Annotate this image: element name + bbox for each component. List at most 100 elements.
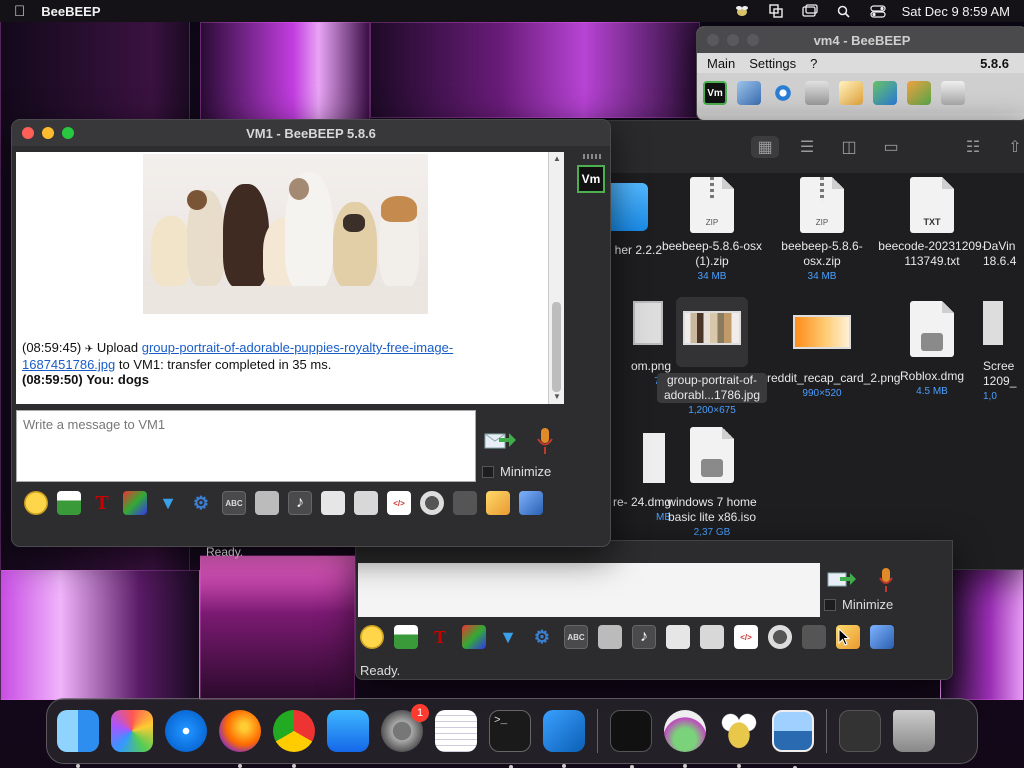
menu-bar-clock[interactable]: Sat Dec 9 8:59 AM: [902, 4, 1010, 19]
screenshot-icon[interactable]: [420, 491, 444, 515]
spotlight-search-icon[interactable]: [836, 4, 852, 18]
file-item[interactable]: reddit_recap_card_2.png 990×520: [767, 297, 900, 399]
activity-monitor-dock-icon[interactable]: [610, 710, 652, 768]
scroll-down-icon[interactable]: ▼: [553, 392, 561, 401]
group-by-icon[interactable]: ☷: [959, 136, 987, 158]
clear-icon[interactable]: [802, 625, 826, 649]
screen-mirroring-icon[interactable]: [768, 4, 784, 18]
file-item[interactable]: Roblox.dmg 4.5 MB: [877, 301, 987, 397]
vm1-titlebar[interactable]: VM1 - BeeBEEP 5.8.6: [12, 120, 610, 146]
minimize-toggle[interactable]: Minimize: [482, 464, 551, 479]
save-icon[interactable]: [870, 625, 894, 649]
send-folder-icon[interactable]: [700, 625, 724, 649]
dictionary-icon[interactable]: [255, 491, 279, 515]
panel-grip-icon[interactable]: [583, 154, 603, 159]
font-icon[interactable]: T: [90, 491, 114, 515]
safari-dock-icon[interactable]: [165, 710, 207, 752]
settings-gear-icon[interactable]: ⚙: [189, 491, 213, 515]
system-settings-dock-icon[interactable]: 1: [381, 704, 429, 752]
emoticon-icon[interactable]: [360, 625, 384, 649]
color-icon[interactable]: [123, 491, 147, 515]
file-item[interactable]: Scree 1209_ 1,0: [983, 301, 1024, 402]
menu-main[interactable]: Main: [707, 56, 735, 71]
beebeep-status-icon[interactable]: [734, 4, 750, 18]
list-view-icon[interactable]: ☰: [793, 136, 821, 158]
beebeep-dock-icon[interactable]: [718, 710, 760, 768]
microphone-icon[interactable]: [878, 567, 894, 593]
chat-scrollbar[interactable]: ▲ ▼: [548, 152, 564, 404]
file-item[interactable]: ZIP beebeep-5.8.6-osx (1).zip 34 MB: [657, 177, 767, 282]
apple-menu-icon[interactable]: : [14, 3, 25, 20]
zoom-button[interactable]: [62, 127, 74, 139]
preview-dock-icon[interactable]: [772, 710, 814, 768]
minimize-button[interactable]: [42, 127, 54, 139]
gallery-view-icon[interactable]: ▭: [877, 136, 905, 158]
send-file-icon[interactable]: [666, 625, 690, 649]
filter-icon[interactable]: ▼: [496, 625, 520, 649]
spellcheck-icon[interactable]: ABC: [564, 625, 588, 649]
send-icon[interactable]: [826, 569, 856, 589]
inbox-icon[interactable]: [805, 81, 829, 105]
archive-icon[interactable]: [941, 81, 965, 105]
vm4-titlebar[interactable]: vm4 - BeeBEEP: [697, 27, 1024, 53]
settings-gear-icon[interactable]: ⚙: [530, 625, 554, 649]
file-item-selected[interactable]: group-portrait-of-adorabl...1786.jpg 1,2…: [657, 297, 767, 416]
minimize-button[interactable]: [727, 34, 739, 46]
message-compose-box[interactable]: [16, 410, 476, 482]
send-file-icon[interactable]: [321, 491, 345, 515]
compose-icon[interactable]: [839, 81, 863, 105]
font-icon[interactable]: T: [428, 625, 452, 649]
disk-utility-dock-icon[interactable]: [664, 710, 706, 768]
file-item[interactable]: ZIP beebeep-5.8.6-osx.zip 34 MB: [767, 177, 877, 282]
broadcast-icon[interactable]: [771, 81, 795, 105]
zoom-button[interactable]: [747, 34, 759, 46]
spellcheck-icon[interactable]: ABC: [222, 491, 246, 515]
notes-icon[interactable]: [486, 491, 510, 515]
background-message-input[interactable]: [358, 563, 820, 617]
clear-icon[interactable]: [453, 491, 477, 515]
chrome-dock-icon[interactable]: [273, 710, 315, 768]
send-mail-icon[interactable]: [394, 625, 418, 649]
share-folder-icon[interactable]: [907, 81, 931, 105]
color-icon[interactable]: [462, 625, 486, 649]
music-note-icon[interactable]: ♪: [632, 625, 656, 649]
vscode-dock-icon[interactable]: [543, 710, 585, 768]
send-folder-icon[interactable]: [354, 491, 378, 515]
share-icon[interactable]: ⇧: [1001, 136, 1024, 158]
app-store-dock-icon[interactable]: [327, 710, 369, 752]
close-button[interactable]: [22, 127, 34, 139]
microphone-icon[interactable]: [536, 427, 554, 455]
folder-stack-dock-icon[interactable]: [839, 710, 881, 752]
column-view-icon[interactable]: ◫: [835, 136, 863, 158]
window-switcher-icon[interactable]: [801, 4, 818, 18]
control-center-icon[interactable]: [869, 4, 886, 18]
finder-dock-icon[interactable]: [57, 710, 99, 768]
screenshot-icon[interactable]: [768, 625, 792, 649]
terminal-dock-icon[interactable]: >_: [489, 710, 531, 768]
vm-avatar-icon[interactable]: Vm: [703, 81, 727, 105]
file-item[interactable]: windows 7 home basic lite x86.iso 2,37 G…: [657, 427, 767, 538]
icon-view-icon[interactable]: ▦: [751, 136, 779, 158]
firefox-dock-icon[interactable]: [219, 710, 261, 768]
music-note-icon[interactable]: ♪: [288, 491, 312, 515]
close-button[interactable]: [707, 34, 719, 46]
code-icon[interactable]: </>: [387, 491, 411, 515]
app-menu-name[interactable]: BeeBEEP: [41, 4, 100, 19]
menu-settings[interactable]: Settings: [749, 56, 796, 71]
send-mail-icon[interactable]: [57, 491, 81, 515]
scrollbar-thumb[interactable]: [552, 302, 561, 392]
emoticon-icon[interactable]: [24, 491, 48, 515]
minimize-checkbox[interactable]: [824, 598, 836, 611]
background-minimize-toggle[interactable]: Minimize: [824, 597, 893, 612]
vm-user-avatar[interactable]: Vm: [577, 165, 605, 193]
edit-profile-icon[interactable]: [737, 81, 761, 105]
send-message-icon[interactable]: [484, 429, 516, 451]
scroll-up-icon[interactable]: ▲: [553, 154, 561, 163]
message-input[interactable]: [17, 411, 475, 438]
minimize-checkbox[interactable]: [482, 465, 494, 478]
file-item[interactable]: TXT beecode-20231209-113749.txt: [877, 177, 987, 269]
filter-icon[interactable]: ▼: [156, 491, 180, 515]
trash-dock-icon[interactable]: [893, 710, 935, 752]
file-item[interactable]: DaVin 18.6.4: [983, 177, 1024, 269]
code-icon[interactable]: </>: [734, 625, 758, 649]
